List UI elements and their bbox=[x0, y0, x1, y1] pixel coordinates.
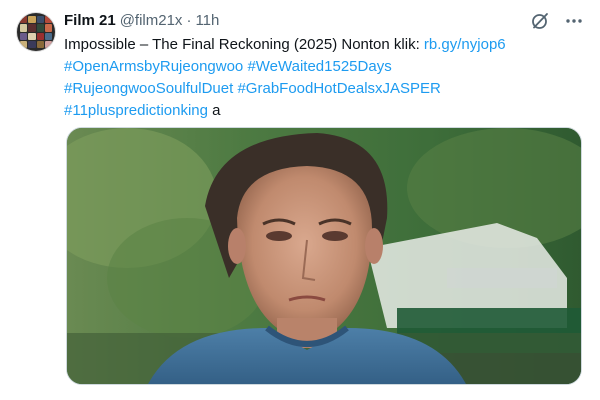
tweet[interactable]: Film 21 @film21x · 11h Impossible – The … bbox=[0, 0, 600, 400]
separator-dot: · bbox=[186, 12, 192, 29]
author-handle[interactable]: @film21x bbox=[120, 11, 183, 31]
tweet-text-suffix: a bbox=[208, 102, 221, 119]
tweet-media-image[interactable] bbox=[66, 127, 582, 385]
timestamp[interactable]: 11h bbox=[195, 11, 219, 31]
avatar[interactable] bbox=[16, 12, 56, 52]
tweet-text: Impossible – The Final Reckoning (2025) … bbox=[64, 34, 584, 122]
author-display-name[interactable]: Film 21 bbox=[64, 11, 116, 31]
hashtag-link[interactable]: #WeWaited1525Days bbox=[247, 58, 391, 75]
hashtag-link[interactable]: #OpenArmsbyRujeongwoo bbox=[64, 58, 243, 75]
grok-icon[interactable] bbox=[530, 11, 550, 31]
hashtag-link[interactable]: #GrabFoodHotDealsxJASPER bbox=[237, 80, 440, 97]
tweet-text-prefix: Impossible – The Final Reckoning (2025) … bbox=[64, 36, 424, 53]
more-icon[interactable] bbox=[564, 11, 584, 31]
tweet-header: Film 21 @film21x · 11h bbox=[64, 10, 584, 32]
tweet-link[interactable]: rb.gy/nyjop6 bbox=[424, 36, 506, 53]
hashtag-link[interactable]: #11pluspredictionking bbox=[64, 102, 208, 119]
header-actions bbox=[530, 10, 584, 32]
hashtag-link[interactable]: #RujeongwooSoulfulDuet bbox=[64, 80, 233, 97]
